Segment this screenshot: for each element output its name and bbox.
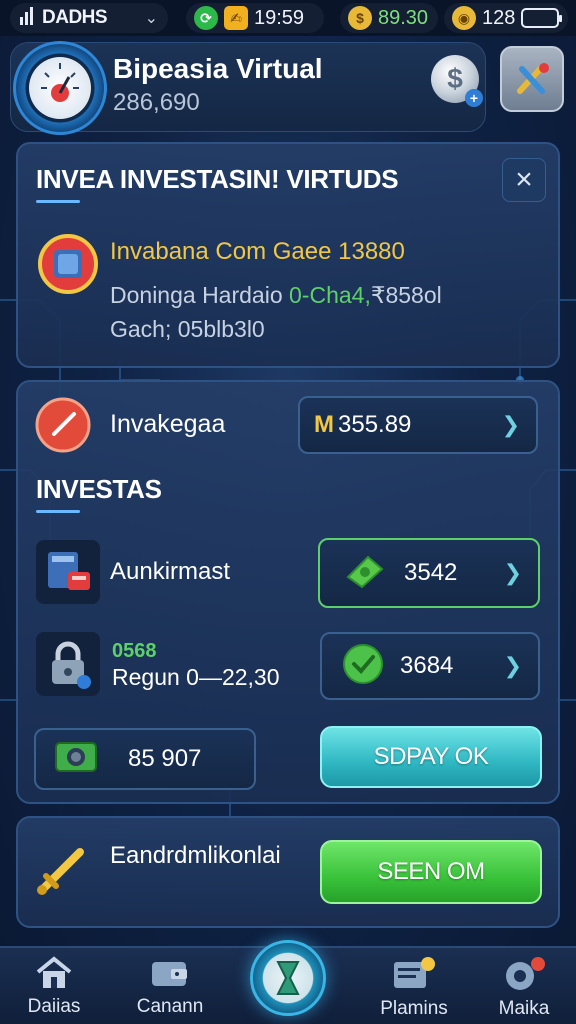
clock-time: 19:59 [254, 6, 305, 29]
profile-header: Bipeasia Virtual 286,690 $ + [10, 41, 486, 135]
invakegaa-label: Invakegaa [110, 410, 226, 438]
tools-button[interactable] [500, 46, 564, 112]
wallet-icon [36, 232, 100, 296]
nav-item-market[interactable]: Maika [474, 956, 574, 1022]
row-2-label: Regun 0—22,30 [112, 664, 280, 690]
chevron-right-icon: ❯ [503, 653, 522, 678]
seen-om-button[interactable]: SEEN OM [320, 840, 542, 904]
gauge-avatar-icon[interactable] [13, 41, 107, 135]
battery-icon [521, 8, 563, 28]
target-icon [34, 396, 92, 454]
balance-value: 286,690 [113, 89, 200, 116]
hourglass-icon [276, 961, 300, 995]
row-1-label: Aunkirmast [110, 558, 231, 585]
close-icon: × [515, 163, 533, 196]
invest-line-1: Doninga Hardaio 0-Cha4,₹858ol [110, 282, 442, 309]
home-icon [36, 956, 72, 988]
invest-line-2: Gach; 05blb3l0 [110, 316, 265, 342]
check-coin-icon [342, 643, 384, 690]
lock-icon [36, 632, 100, 696]
calendar-icon: ✍ [224, 6, 248, 30]
refresh-icon: ⟳ [194, 6, 218, 30]
nav-label: Plamins [380, 998, 448, 1019]
nav-item-plans[interactable]: Plamins [364, 956, 464, 1022]
title-underline [36, 200, 80, 203]
row-2-value: 3684 [400, 652, 454, 679]
invest-line-1-tail: ₹858ol [370, 282, 442, 308]
coin-icon: $ [348, 6, 372, 30]
chevron-right-icon: ❯ [503, 560, 522, 585]
sword-icon [32, 836, 96, 900]
coins-pill: $ 89.30 [340, 3, 438, 33]
bottom-value: 85 907 [128, 745, 202, 772]
nav-item-wallet[interactable]: Canann [120, 956, 220, 1022]
time-pill: ⟳ ✍ 19:59 [186, 3, 324, 33]
center-action-button[interactable] [250, 940, 326, 1016]
row-2-value-button[interactable]: 3684 ❯ [320, 632, 540, 700]
row-1-value: 3542 [404, 559, 458, 586]
bottom-panel-label: Eandrdmlikonlai [110, 842, 281, 869]
wallet-nav-icon [152, 962, 187, 986]
row-1-value-button[interactable]: 3542 ❯ [318, 538, 540, 608]
row-2-label-top: 0568 [112, 640, 157, 662]
dollar-coin-icon[interactable]: $ + [431, 55, 483, 107]
count-pill: ◉ 128 [444, 3, 568, 33]
section-underline [36, 510, 80, 513]
close-button[interactable]: × [502, 158, 546, 202]
tools-icon [517, 63, 549, 94]
top-value: 355.89 [338, 411, 412, 438]
invest-line-1-highlight: 0-Cha4, [289, 282, 371, 308]
nav-item-home[interactable]: Daiias [4, 956, 104, 1022]
m-badge: M [314, 411, 334, 438]
chevron-down-icon: ⌄ [144, 10, 158, 27]
chevron-right-icon: ❯ [501, 412, 520, 437]
market-icon [506, 957, 545, 990]
investas-title: INVESTAS [36, 474, 162, 504]
nav-label: Canann [136, 996, 204, 1017]
carrier-pill[interactable]: DADHS ⌄ [10, 3, 168, 33]
count-value: 128 [482, 6, 516, 29]
top-value-button[interactable]: M 355.89 ❯ [298, 396, 538, 454]
coins-value: 89.30 [378, 6, 429, 29]
gold-coin-icon: ◉ [452, 6, 476, 30]
invest-panel-title: INVEA INVESTASIN! VIRTUDS [36, 164, 399, 194]
invest-headline: Invabana Com Gaee 13880 [110, 238, 405, 265]
signal-icon [20, 6, 34, 30]
bottom-value-button[interactable]: 85 907 [34, 728, 256, 790]
status-bar: DADHS ⌄ ⟳ ✍ 19:59 $ 89.30 ◉ 128 [0, 0, 576, 36]
app-title: Bipeasia Virtual [113, 53, 323, 84]
money-stack-icon [342, 551, 388, 596]
nav-label: Daiias [27, 996, 81, 1017]
plus-icon: + [465, 89, 483, 107]
carrier-label: DADHS [42, 7, 108, 28]
cash-icon [54, 739, 98, 780]
plans-icon [394, 957, 435, 988]
invest-line-1-text: Doninga Hardaio [110, 282, 283, 308]
shop-icon [36, 540, 100, 604]
nav-label: Maika [498, 998, 550, 1019]
sdpay-ok-button[interactable]: SDPAY OK [320, 726, 542, 788]
